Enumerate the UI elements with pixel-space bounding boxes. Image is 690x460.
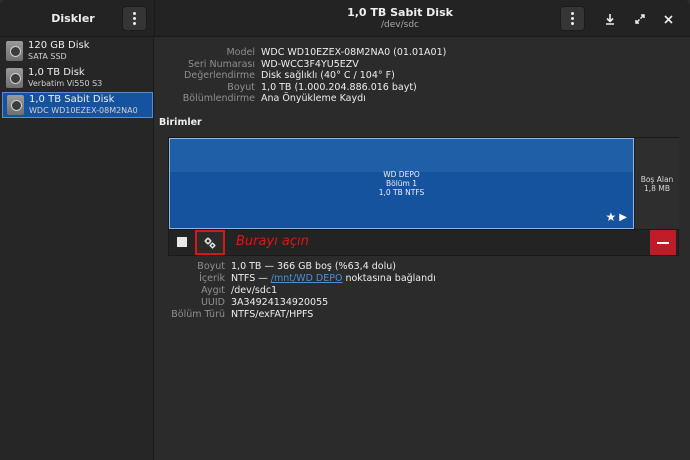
disks-window: Diskler 1,0 TB Sabit Disk /dev/sdc 120 G… (0, 0, 690, 460)
partition-size-fs: 1,0 TB NTFS (378, 188, 425, 197)
header-divider (154, 0, 155, 37)
drive-menu-button[interactable] (560, 6, 585, 31)
partitioning-label: Bölümlendirme (182, 93, 255, 104)
volumes-heading: Birimler (159, 117, 202, 128)
download-button[interactable] (600, 9, 620, 29)
uuid-value: 3A34924134920055 (231, 297, 329, 308)
contents-prefix: NTFS — (231, 273, 271, 284)
annotation-hint: Burayı açın (236, 234, 309, 249)
sidebar-item-disk-3[interactable]: 1,0 TB Sabit Disk WDC WD10EZEX-08M2NA0 (2, 92, 153, 118)
sidebar-item-disk-2[interactable]: 1,0 TB Disk Verbatim Vi550 S3 (2, 65, 153, 91)
device-label: Aygıt (201, 285, 225, 296)
volume-toolbar: Burayı açın (168, 230, 679, 256)
minus-icon (657, 241, 669, 244)
partition-options-button[interactable] (195, 230, 225, 255)
vertical-dots-icon (571, 12, 574, 25)
expand-icon (635, 14, 645, 24)
disk-name: 1,0 TB Disk (28, 67, 85, 78)
contents-label: İçerik (199, 273, 225, 284)
uuid-label: UUID (200, 297, 225, 308)
device-value: /dev/sdc1 (231, 285, 278, 296)
hard-disk-icon (6, 41, 23, 61)
header-title-group: 1,0 TB Sabit Disk /dev/sdc (200, 6, 600, 31)
maximize-button[interactable] (630, 9, 650, 29)
star-icon: ★ (605, 210, 617, 224)
close-button[interactable] (658, 9, 678, 29)
app-menu-button[interactable] (122, 6, 147, 31)
delete-partition-button[interactable] (650, 230, 676, 255)
vertical-dots-icon (133, 12, 136, 25)
header-bar: Diskler 1,0 TB Sabit Disk /dev/sdc (0, 0, 690, 37)
window-title: 1,0 TB Sabit Disk (347, 6, 453, 19)
gears-icon (204, 237, 216, 248)
hard-disk-icon (7, 95, 24, 115)
partition-number: Bölüm 1 (385, 179, 418, 188)
model-value: WDC WD10EZEX-08M2NA0 (01.01A01) (261, 47, 447, 58)
partitioning-value: Ana Önyükleme Kaydı (261, 93, 366, 104)
unmount-button[interactable] (177, 237, 187, 247)
main-content: Model WDC WD10EZEX-08M2NA0 (01.01A01) Se… (155, 37, 690, 460)
disk-model: WDC WD10EZEX-08M2NA0 (29, 106, 138, 115)
volume-map: WD DEPO Bölüm 1 1,0 TB NTFS ★ ▶ Boş Alan… (168, 137, 679, 230)
partition-block[interactable]: WD DEPO Bölüm 1 1,0 TB NTFS ★ ▶ (169, 138, 634, 229)
disk-model: Verbatim Vi550 S3 (28, 79, 103, 88)
disk-sidebar: 120 GB Disk SATA SSD 1,0 TB Disk Verbati… (0, 37, 154, 460)
serial-value: WD-WCC3F4YU5EZV (261, 58, 359, 70)
assessment-label: Değerlendirme (184, 70, 255, 81)
assessment-value: Disk sağlıklı (40° C / 104° F) (261, 70, 395, 81)
mount-point-link[interactable]: /mnt/WD DEPO (271, 273, 343, 284)
close-icon (663, 14, 673, 24)
serial-label: Seri Numarası (188, 58, 255, 70)
volume-size-value: 1,0 TB — 366 GB boş (%63,4 dolu) (231, 261, 396, 272)
free-space-size: 1,8 MB (644, 184, 670, 193)
partition-type-label: Bölüm Türü (171, 309, 225, 320)
play-icon: ▶ (619, 211, 627, 223)
model-label: Model (226, 47, 255, 58)
disk-name: 120 GB Disk (28, 40, 90, 51)
free-space-label: Boş Alan (640, 175, 674, 184)
window-subtitle: /dev/sdc (381, 20, 419, 30)
download-icon (606, 13, 614, 25)
free-space-block[interactable]: Boş Alan 1,8 MB (635, 138, 679, 229)
hard-disk-icon (6, 68, 23, 88)
size-label: Boyut (227, 81, 255, 93)
volume-size-label: Boyut (197, 261, 225, 272)
size-value: 1,0 TB (1.000.204.886.016 bayt) (261, 81, 417, 93)
disk-model: SATA SSD (28, 52, 67, 61)
partition-name: WD DEPO (383, 170, 420, 179)
disk-name: 1,0 TB Sabit Disk (29, 94, 115, 105)
partition-type-value: NTFS/exFAT/HPFS (231, 309, 314, 320)
contents-suffix: noktasına bağlandı (342, 273, 436, 284)
sidebar-item-disk-1[interactable]: 120 GB Disk SATA SSD (2, 38, 153, 64)
partition-label: WD DEPO Bölüm 1 1,0 TB NTFS (170, 170, 633, 197)
